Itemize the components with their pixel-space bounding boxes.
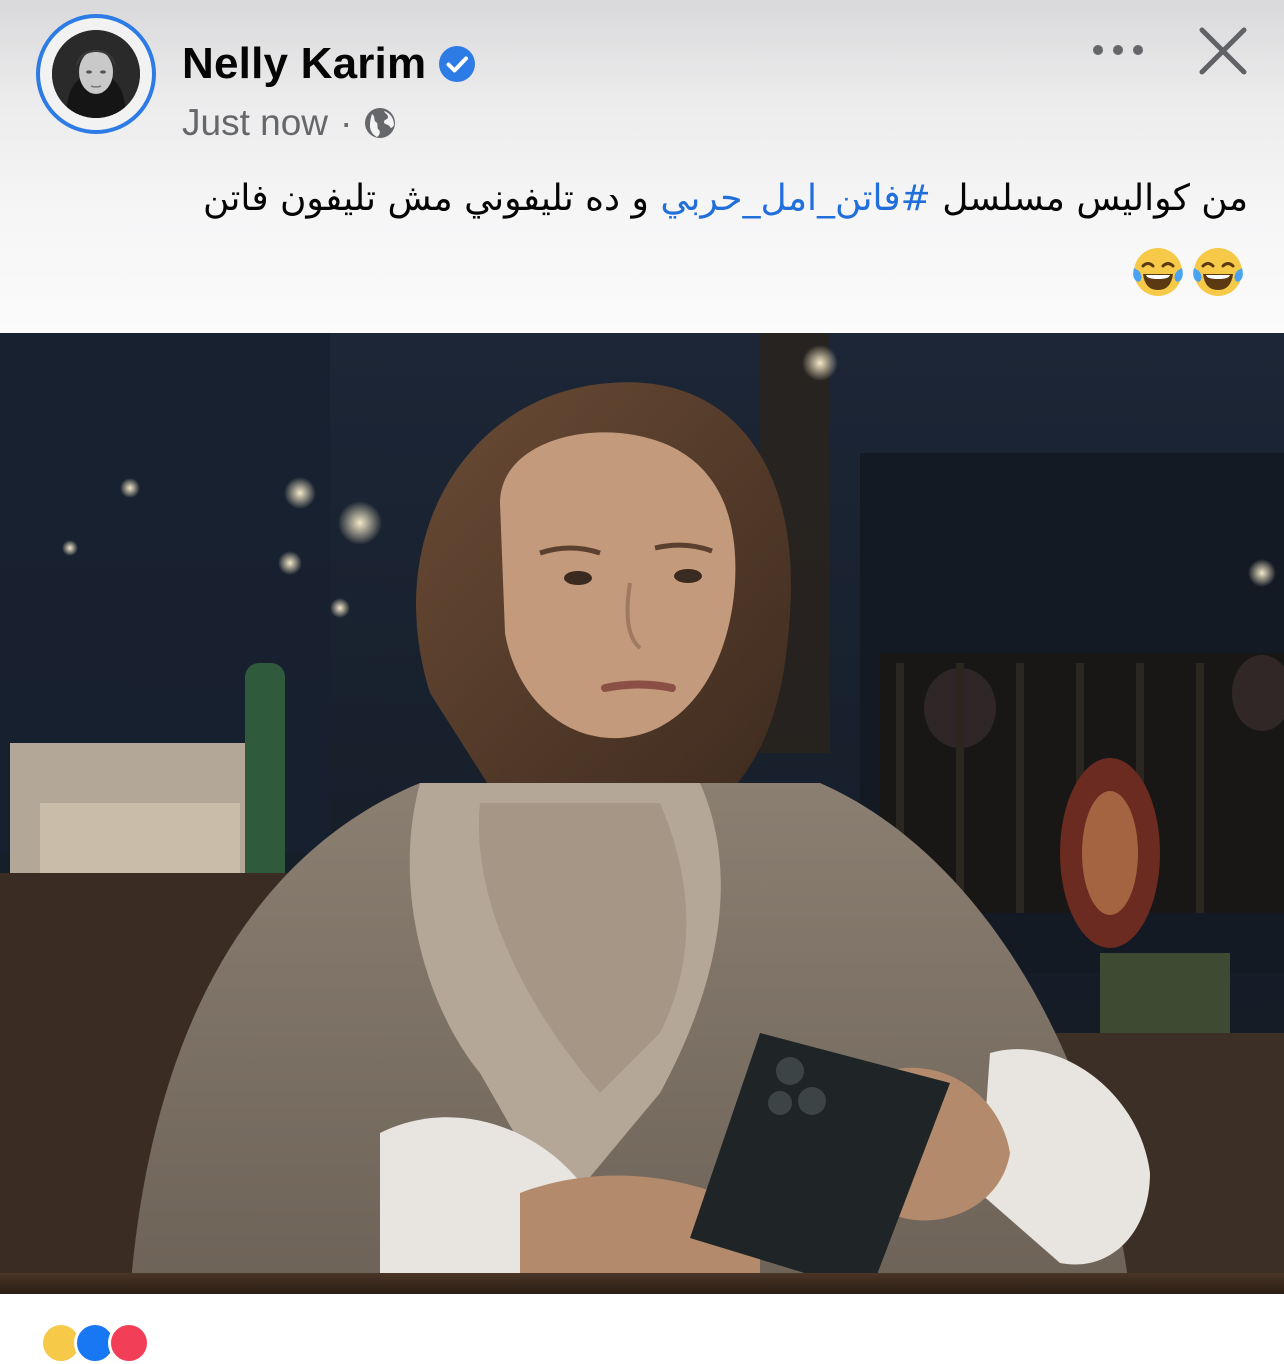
meta-separator: · (340, 102, 353, 143)
caption-emojis (1130, 244, 1246, 300)
author-name[interactable]: Nelly Karim (182, 39, 426, 89)
post-timestamp[interactable]: Just now (182, 102, 328, 144)
love-reaction-icon (108, 1322, 150, 1364)
laughing-emoji-icon (1133, 248, 1183, 296)
laughing-emoji-icon (1193, 248, 1243, 296)
hashtag-link[interactable]: #فاتن_امل_حربي (660, 178, 930, 219)
close-button[interactable] (1192, 20, 1254, 82)
post-caption: من كواليس مسلسل #فاتن_امل_حربي و ده تليف… (40, 170, 1248, 228)
reaction-icons[interactable] (40, 1322, 150, 1364)
avatar-photo (52, 30, 140, 118)
profile-avatar[interactable] (36, 14, 156, 134)
verified-badge-icon (439, 46, 476, 82)
globe-icon (365, 108, 396, 138)
caption-text-end: و ده تليفوني مش تليفون فاتن (202, 178, 661, 219)
more-options-button[interactable] (1086, 26, 1150, 74)
caption-text-start: من كواليس مسلسل (930, 178, 1248, 219)
post-header: Nelly Karim Just now · من كواليس مسلسل #… (0, 0, 1284, 333)
post-photo[interactable] (0, 333, 1284, 1294)
